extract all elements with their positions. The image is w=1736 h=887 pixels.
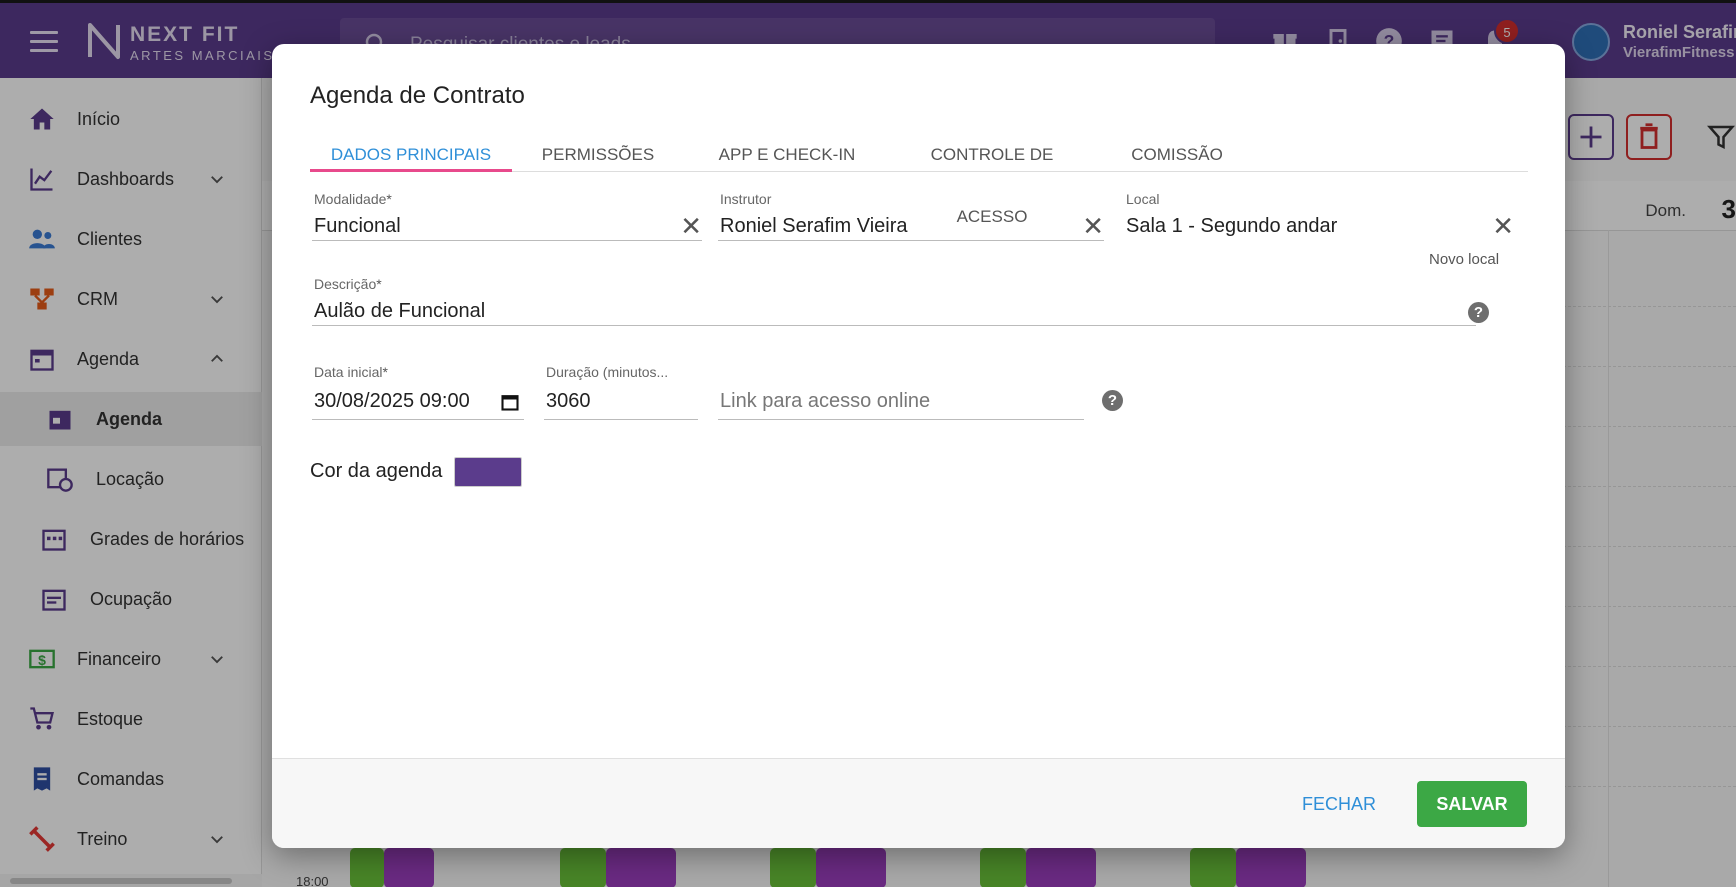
color-picker[interactable] — [454, 457, 522, 487]
help-icon[interactable]: ? — [1102, 390, 1123, 411]
clear-icon[interactable]: ✕ — [1492, 213, 1514, 239]
modalidade-field[interactable]: Modalidade* Funcional ✕ — [312, 191, 702, 241]
field-underline — [312, 325, 1476, 326]
field-underline — [544, 419, 698, 420]
dialog-footer: FECHAR SALVAR — [272, 758, 1565, 848]
tab-comissao[interactable]: COMISSÃO — [1094, 124, 1260, 172]
tab-permissoes[interactable]: PERMISSÕES — [514, 124, 682, 172]
field-underline — [312, 419, 524, 420]
instrutor-field[interactable]: Instrutor Roniel Serafim Vieira ✕ — [718, 191, 1104, 241]
close-button[interactable]: FECHAR — [1294, 787, 1384, 821]
tab-bar: DADOS PRINCIPAIS PERMISSÕES APP E CHECK-… — [310, 124, 1528, 226]
tab-controle-acesso[interactable]: CONTROLE DE ACESSO — [894, 124, 1090, 226]
modalidade-label: Modalidade* — [314, 191, 392, 207]
tab-app-check-in[interactable]: APP E CHECK-IN — [694, 124, 880, 172]
duracao-value[interactable]: 3060 — [546, 390, 591, 413]
tab-dados-principais[interactable]: DADOS PRINCIPAIS — [310, 124, 512, 172]
field-underline — [718, 240, 1104, 241]
modalidade-value[interactable]: Funcional — [314, 215, 401, 238]
clear-icon[interactable]: ✕ — [1082, 213, 1104, 239]
help-icon[interactable]: ? — [1468, 302, 1489, 323]
calendar-picker-icon[interactable] — [500, 392, 520, 412]
field-underline — [718, 419, 1084, 420]
field-underline — [312, 240, 702, 241]
descricao-field[interactable]: Descrição* Aulão de Funcional — [312, 276, 1476, 326]
instrutor-label: Instrutor — [720, 191, 772, 207]
clear-icon[interactable]: ✕ — [680, 213, 702, 239]
data-inicial-value[interactable]: 30/08/2025 09:00 — [314, 390, 470, 413]
duracao-label: Duração (minutos... — [546, 364, 669, 380]
instrutor-value[interactable]: Roniel Serafim Vieira — [720, 215, 908, 238]
descricao-label: Descrição* — [314, 276, 382, 292]
contract-schedule-dialog: Agenda de Contrato DADOS PRINCIPAIS PERM… — [272, 44, 1565, 848]
descricao-value[interactable]: Aulão de Funcional — [314, 300, 485, 323]
duracao-field[interactable]: Duração (minutos... 3060 — [544, 364, 698, 420]
local-label: Local — [1126, 191, 1160, 207]
data-inicial-field[interactable]: Data inicial* 30/08/2025 09:00 — [312, 364, 524, 420]
novo-local-link[interactable]: Novo local — [1429, 251, 1499, 268]
local-value[interactable]: Sala 1 - Segundo andar — [1126, 215, 1337, 238]
link-input[interactable]: Link para acesso online — [720, 390, 930, 413]
local-field[interactable]: Local Sala 1 - Segundo andar ✕ — [1124, 191, 1514, 241]
link-field[interactable]: Link para acesso online — [718, 364, 1084, 420]
data-inicial-label: Data inicial* — [314, 364, 388, 380]
color-label: Cor da agenda — [310, 460, 443, 482]
save-button[interactable]: SALVAR — [1417, 781, 1527, 827]
dialog-title: Agenda de Contrato — [310, 82, 525, 109]
